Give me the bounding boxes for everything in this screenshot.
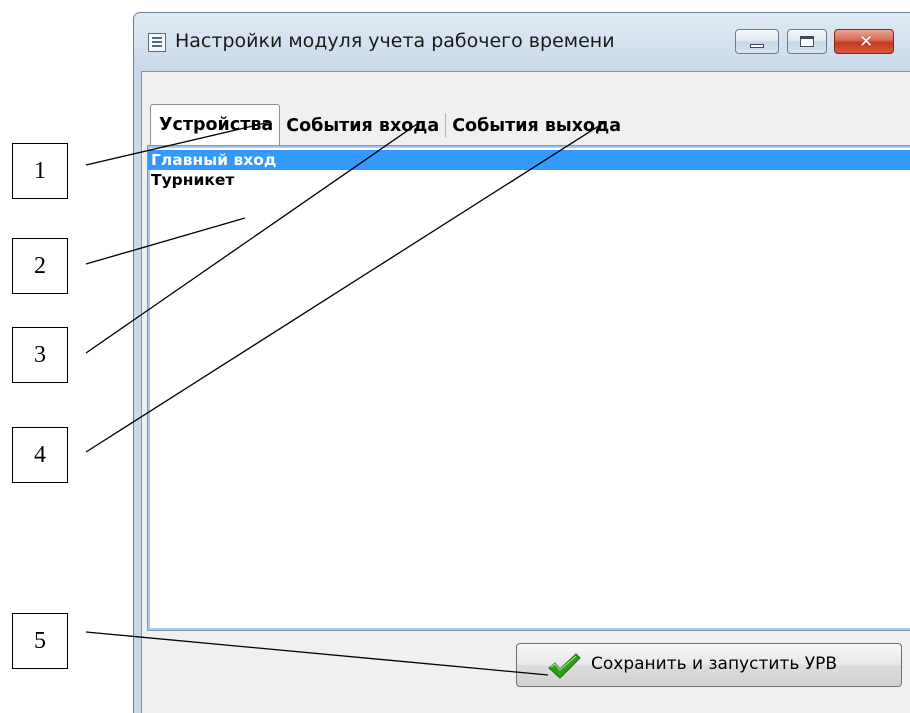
- callout-3: 3: [12, 327, 68, 383]
- tab-entry-events-label: События входа: [286, 116, 440, 136]
- tab-entry-events[interactable]: События входа: [280, 107, 445, 145]
- tab-devices[interactable]: Устройства: [150, 104, 281, 145]
- window-title: Настройки модуля учета рабочего времени: [175, 30, 615, 52]
- list-item-main-entrance[interactable]: Главный вход: [148, 150, 910, 170]
- list-item-label: Главный вход: [151, 151, 277, 169]
- maximize-button[interactable]: [787, 29, 827, 54]
- annotated-screenshot: Настройки модуля учета рабочего времени …: [0, 0, 910, 713]
- tab-exit-events-label: События выхода: [452, 116, 622, 136]
- save-and-start-button[interactable]: Сохранить и запустить УРВ: [516, 643, 902, 687]
- callout-4: 4: [12, 427, 68, 483]
- close-icon: ✕: [859, 32, 874, 52]
- callout-5: 5: [12, 613, 68, 669]
- settings-window-icon: [148, 33, 166, 52]
- title-bar[interactable]: Настройки модуля учета рабочего времени …: [134, 13, 910, 71]
- devices-list[interactable]: Главный вход Турникет: [147, 145, 910, 631]
- maximize-icon: [800, 36, 814, 47]
- minimize-button[interactable]: [735, 29, 779, 54]
- tab-devices-label: Устройства: [159, 115, 274, 135]
- close-button[interactable]: ✕: [834, 29, 894, 54]
- callout-1: 1: [12, 143, 68, 199]
- list-item-turnstile[interactable]: Турникет: [148, 170, 910, 190]
- client-area: Устройства События входа События выхода …: [141, 71, 910, 713]
- tab-strip: Устройства События входа События выхода: [150, 104, 627, 145]
- save-and-start-label: Сохранить и запустить УРВ: [591, 654, 838, 674]
- minimize-icon: [750, 44, 764, 48]
- callout-2: 2: [12, 238, 68, 294]
- settings-window: Настройки модуля учета рабочего времени …: [133, 12, 910, 713]
- list-item-label: Турникет: [151, 171, 235, 189]
- checkmark-icon: [548, 653, 581, 679]
- tab-exit-events[interactable]: События выхода: [446, 107, 627, 145]
